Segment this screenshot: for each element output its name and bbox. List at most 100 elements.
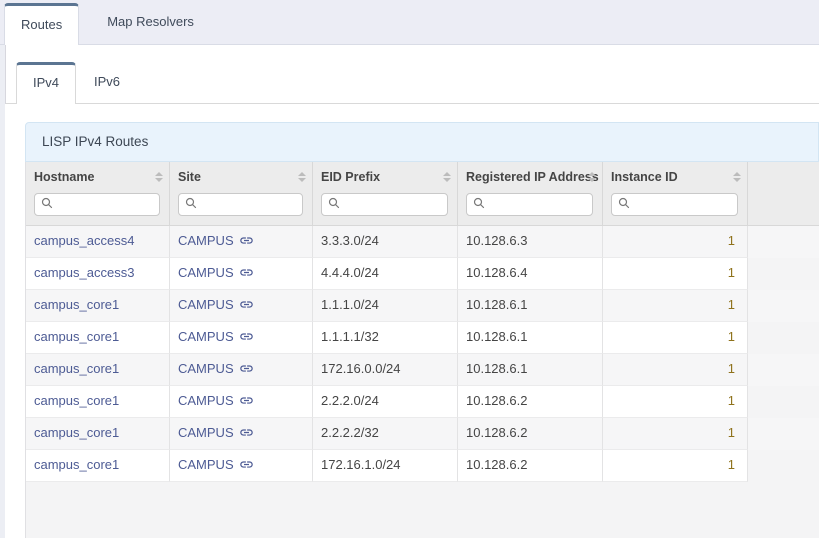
- site-link[interactable]: CAMPUS: [178, 361, 254, 376]
- table-row: campus_core1CAMPUS2.2.2.2/3210.128.6.21: [26, 418, 819, 450]
- hostname-link[interactable]: campus_core1: [34, 361, 119, 376]
- instance-id-cell: 1: [603, 386, 748, 418]
- instance-id-cell: 1: [603, 226, 748, 258]
- site-name: CAMPUS: [178, 329, 234, 344]
- search-icon: [618, 196, 635, 214]
- site-link[interactable]: CAMPUS: [178, 457, 254, 472]
- site-cell: CAMPUS: [170, 226, 313, 258]
- hostname-cell: campus_core1: [26, 418, 170, 450]
- sort-arrows-icon[interactable]: [588, 172, 596, 182]
- sort-arrows-icon[interactable]: [733, 172, 741, 182]
- hostname-link[interactable]: campus_access4: [34, 233, 134, 248]
- hostname-filter-input[interactable]: [58, 198, 153, 212]
- registered-ip-cell: 10.128.6.2: [458, 418, 603, 450]
- column-header-label: Registered IP Address: [466, 170, 599, 184]
- filter-cell-eid-prefix: [313, 190, 458, 225]
- hostname-cell: campus_core1: [26, 450, 170, 482]
- chain-link-icon: [234, 425, 254, 440]
- column-header-label: Site: [178, 170, 201, 184]
- site-link[interactable]: CAMPUS: [178, 297, 254, 312]
- registered-ip-cell: 10.128.6.2: [458, 386, 603, 418]
- site-name: CAMPUS: [178, 361, 234, 376]
- filter-cell-site: [170, 190, 313, 225]
- left-edge-strip: [0, 45, 5, 538]
- instance-id-cell: 1: [603, 322, 748, 354]
- site-filter: [178, 193, 303, 216]
- hostname-filter: [34, 193, 160, 216]
- table-row: campus_core1 CAMPUS 172.16.0.0/2410.128.6.…: [26, 354, 819, 386]
- site-link[interactable]: CAMPUS: [178, 265, 254, 280]
- site-filter-input[interactable]: [202, 198, 296, 212]
- row-filler: [748, 322, 819, 354]
- site-name: CAMPUS: [178, 265, 234, 280]
- instance-id-cell: 1: [603, 354, 748, 386]
- column-header-site[interactable]: Site: [170, 162, 313, 190]
- hostname-link[interactable]: campus_access3: [34, 265, 134, 280]
- table-row: campus_access4CAMPUS3.3.3.0/2410.128.6.3…: [26, 226, 819, 258]
- tab-routes[interactable]: Routes: [4, 3, 79, 45]
- sort-arrows-icon[interactable]: [155, 172, 163, 182]
- table-header: Hostname Site EID Prefix Registered IP Addr…: [26, 162, 819, 226]
- site-cell: CAMPUS: [170, 418, 313, 450]
- table-row: campus_core1CAMPUS172.16.1.0/2410.128.6.…: [26, 450, 819, 482]
- column-header-hostname[interactable]: Hostname: [26, 162, 170, 190]
- sort-arrows-icon[interactable]: [298, 172, 306, 182]
- registered-ip-cell: 10.128.6.1: [458, 354, 603, 386]
- eid-prefix-cell: 1.1.1.1/32: [313, 322, 458, 354]
- site-name: CAMPUS: [178, 393, 234, 408]
- site-link[interactable]: CAMPUS: [178, 393, 254, 408]
- row-filler: [748, 450, 819, 482]
- filter-cell-filler: [748, 190, 819, 225]
- instance-id-cell: 1: [603, 418, 748, 450]
- eid-prefix-cell: 172.16.1.0/24: [313, 450, 458, 482]
- tab-ipv6[interactable]: IPv6: [78, 62, 136, 102]
- hostname-cell: campus_core1: [26, 290, 170, 322]
- registered-ip-address-filter-input[interactable]: [490, 198, 586, 212]
- column-header-eid-prefix[interactable]: EID Prefix: [313, 162, 458, 190]
- table-body: campus_access4CAMPUS3.3.3.0/2410.128.6.3…: [26, 226, 819, 482]
- chain-link-icon: [234, 265, 254, 280]
- table-row: campus_access3CAMPUS4.4.4.0/2410.128.6.4…: [26, 258, 819, 290]
- site-link[interactable]: CAMPUS: [178, 329, 254, 344]
- hostname-link[interactable]: campus_core1: [34, 297, 119, 312]
- hostname-link[interactable]: campus_core1: [34, 425, 119, 440]
- hostname-cell: campus_core1: [26, 322, 170, 354]
- hostname-link[interactable]: campus_core1: [34, 329, 119, 344]
- hostname-cell: campus_core1: [26, 386, 170, 418]
- search-icon: [473, 196, 490, 214]
- column-header-instance-id[interactable]: Instance ID: [603, 162, 748, 190]
- table-row: campus_core1 CAMPUS 1.1.1.0/2410.128.6.11: [26, 290, 819, 322]
- site-link[interactable]: CAMPUS: [178, 425, 254, 440]
- table-row: campus_core1CAMPUS2.2.2.0/2410.128.6.21: [26, 386, 819, 418]
- eid-prefix-filter: [321, 193, 448, 216]
- search-icon: [185, 196, 202, 214]
- hostname-link[interactable]: campus_core1: [34, 393, 119, 408]
- site-cell: CAMPUS: [170, 354, 313, 386]
- registered-ip-cell: 10.128.6.1: [458, 290, 603, 322]
- site-cell: CAMPUS: [170, 450, 313, 482]
- sort-arrows-icon[interactable]: [443, 172, 451, 182]
- lisp-routes-panel: LISP IPv4 Routes HostnameSiteEID PrefixR…: [25, 122, 819, 538]
- search-icon: [41, 196, 58, 214]
- eid-prefix-cell: 172.16.0.0/24: [313, 354, 458, 386]
- tab-ipv4[interactable]: IPv4: [16, 62, 76, 104]
- site-link[interactable]: CAMPUS: [178, 233, 254, 248]
- lisp-routes-page: RoutesMap Resolvers IPv4IPv6 LISP IPv4 R…: [0, 0, 819, 538]
- tab-map-resolvers[interactable]: Map Resolvers: [91, 0, 210, 45]
- row-filler: [748, 418, 819, 450]
- instance-id-filter-input[interactable]: [635, 198, 731, 212]
- eid-prefix-filter-input[interactable]: [345, 198, 441, 212]
- eid-prefix-cell: 3.3.3.0/24: [313, 226, 458, 258]
- filter-cell-instance-id: [603, 190, 748, 225]
- chain-link-icon: [234, 457, 254, 472]
- column-header-registered-ip-address[interactable]: Registered IP Address: [458, 162, 603, 190]
- instance-id-cell: 1: [603, 290, 748, 322]
- eid-prefix-cell: 1.1.1.0/24: [313, 290, 458, 322]
- hostname-cell: campus_access3: [26, 258, 170, 290]
- routes-table: Hostname Site EID Prefix Registered IP Addr…: [25, 162, 819, 538]
- hostname-link[interactable]: campus_core1: [34, 457, 119, 472]
- instance-id-cell: 1: [603, 450, 748, 482]
- instance-id-filter: [611, 193, 738, 216]
- column-header-label: Hostname: [34, 170, 94, 184]
- eid-prefix-cell: 4.4.4.0/24: [313, 258, 458, 290]
